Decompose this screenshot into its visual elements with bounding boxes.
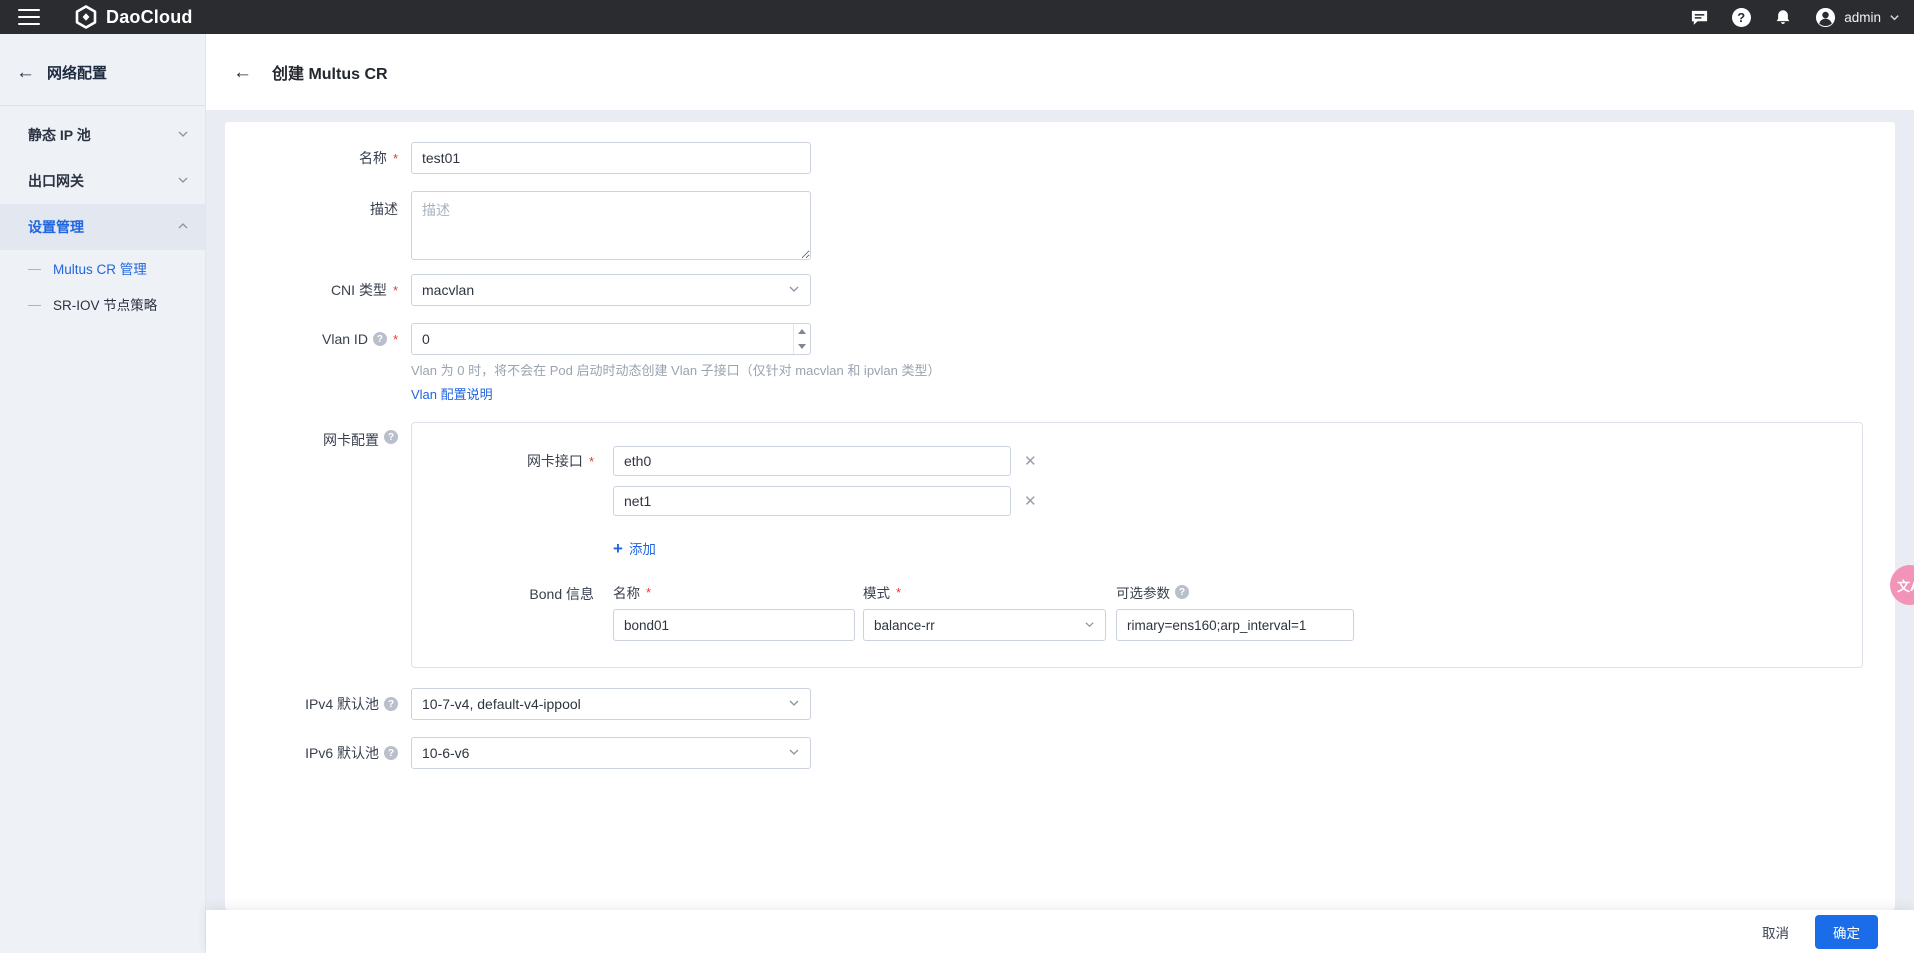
chevron-down-icon — [177, 127, 189, 143]
vlan-help-icon[interactable]: ? — [373, 332, 387, 346]
chevron-down-icon — [788, 696, 800, 712]
sidebar-item-settings[interactable]: 设置管理 — [0, 204, 205, 250]
page-header: ← 创建 Multus CR — [206, 34, 1914, 110]
sidebar-back-icon[interactable]: ← — [16, 63, 35, 82]
chevron-down-icon — [1889, 12, 1900, 23]
remove-interface-icon[interactable]: ✕ — [1024, 454, 1037, 469]
nic-config-label: 网卡配置 ? — [225, 422, 411, 668]
menu-icon[interactable] — [18, 9, 40, 25]
sidebar-item-egress-gateway[interactable]: 出口网关 — [0, 158, 205, 204]
bond-params-label: 可选参数 ? — [1116, 582, 1354, 602]
nic-help-icon[interactable]: ? — [384, 430, 398, 444]
bond-info-label: Bond 信息 — [412, 582, 613, 641]
spinner-up-icon[interactable] — [794, 324, 810, 339]
vlan-id-input[interactable] — [411, 323, 811, 355]
cni-type-select[interactable]: macvlan — [411, 274, 811, 306]
required-marker: * — [589, 454, 594, 469]
daocloud-logo-icon — [74, 5, 98, 29]
username: admin — [1844, 10, 1881, 25]
dash-icon: — — [28, 261, 41, 276]
user-menu[interactable]: admin — [1815, 7, 1900, 28]
cancel-button[interactable]: 取消 — [1762, 922, 1789, 942]
bond-mode-select[interactable]: balance-rr — [863, 609, 1106, 641]
sidebar-title: 网络配置 — [47, 62, 107, 83]
name-label: 名称* — [225, 142, 411, 174]
required-marker: * — [393, 283, 398, 298]
brand-name: DaoCloud — [106, 7, 193, 28]
remove-interface-icon[interactable]: ✕ — [1024, 494, 1037, 509]
sidebar-item-static-ip-pool[interactable]: 静态 IP 池 — [0, 112, 205, 158]
ipv4-help-icon[interactable]: ? — [384, 697, 398, 711]
chevron-down-icon — [788, 745, 800, 761]
number-spinner — [793, 324, 810, 354]
vlan-doc-link[interactable]: Vlan 配置说明 — [411, 384, 493, 403]
required-marker: * — [393, 151, 398, 166]
confirm-button[interactable]: 确定 — [1815, 915, 1878, 949]
cni-type-label: CNI 类型* — [225, 274, 411, 306]
bond-name-input[interactable] — [613, 609, 855, 641]
chevron-up-icon — [177, 219, 189, 235]
chevron-down-icon — [788, 282, 800, 298]
divider — [0, 105, 205, 106]
chevron-down-icon — [177, 173, 189, 189]
nic-config-box: 网卡接口* ✕ ✕ — [411, 422, 1863, 668]
topbar: DaoCloud ? — [0, 0, 1914, 34]
brand[interactable]: DaoCloud — [74, 5, 193, 29]
add-interface-button[interactable]: + 添加 — [613, 538, 656, 558]
main-area: ← 创建 Multus CR 名称* 描述 — [206, 34, 1914, 953]
sidebar-item-multus-cr[interactable]: — Multus CR 管理 — [0, 250, 205, 286]
interface-row: ✕ — [613, 486, 1037, 516]
ipv4-pool-select[interactable]: 10-7-v4, default-v4-ippool — [411, 688, 811, 720]
form-footer: 取消 确定 — [206, 910, 1914, 953]
description-textarea[interactable] — [411, 191, 811, 260]
interface-input[interactable] — [613, 486, 1011, 516]
dash-icon: — — [28, 297, 41, 312]
ipv6-pool-label: IPv6 默认池 ? — [225, 737, 411, 769]
avatar-icon — [1815, 7, 1836, 28]
help-icon[interactable]: ? — [1731, 7, 1751, 27]
chevron-down-icon — [1084, 618, 1095, 633]
sidebar: ← 网络配置 静态 IP 池 出口网关 设置管理 — Multus CR 管理 — [0, 34, 206, 953]
interface-input[interactable] — [613, 446, 1011, 476]
required-marker: * — [646, 585, 651, 600]
feedback-chat-icon[interactable] — [1689, 7, 1709, 27]
nic-interface-label: 网卡接口* — [412, 446, 613, 476]
vlan-hint-text: Vlan 为 0 时，将不会在 Pod 启动时动态创建 Vlan 子接口（仅针对… — [411, 362, 941, 379]
required-marker: * — [896, 585, 901, 600]
bond-params-input[interactable] — [1116, 609, 1354, 641]
page-back-icon[interactable]: ← — [233, 63, 252, 82]
ipv6-pool-select[interactable]: 10-6-v6 — [411, 737, 811, 769]
form-card: 名称* 描述 CNI 类型* macvl — [225, 122, 1895, 910]
sidebar-item-sriov-policy[interactable]: — SR-IOV 节点策略 — [0, 286, 205, 322]
page-title: 创建 Multus CR — [272, 60, 388, 84]
required-marker: * — [393, 332, 398, 347]
bond-mode-label: 模式* — [863, 582, 1106, 602]
interface-row: ✕ — [613, 446, 1037, 476]
notification-bell-icon[interactable] — [1773, 7, 1793, 27]
spinner-down-icon[interactable] — [794, 339, 810, 354]
description-label: 描述 — [225, 191, 411, 260]
ipv6-help-icon[interactable]: ? — [384, 746, 398, 760]
name-input[interactable] — [411, 142, 811, 174]
bond-name-label: 名称* — [613, 582, 855, 602]
bond-params-help-icon[interactable]: ? — [1175, 585, 1189, 599]
translate-icon: 文A — [1897, 576, 1914, 595]
ipv4-pool-label: IPv4 默认池 ? — [225, 688, 411, 720]
vlan-id-label: Vlan ID ? * — [225, 323, 411, 355]
plus-icon: + — [613, 540, 623, 557]
